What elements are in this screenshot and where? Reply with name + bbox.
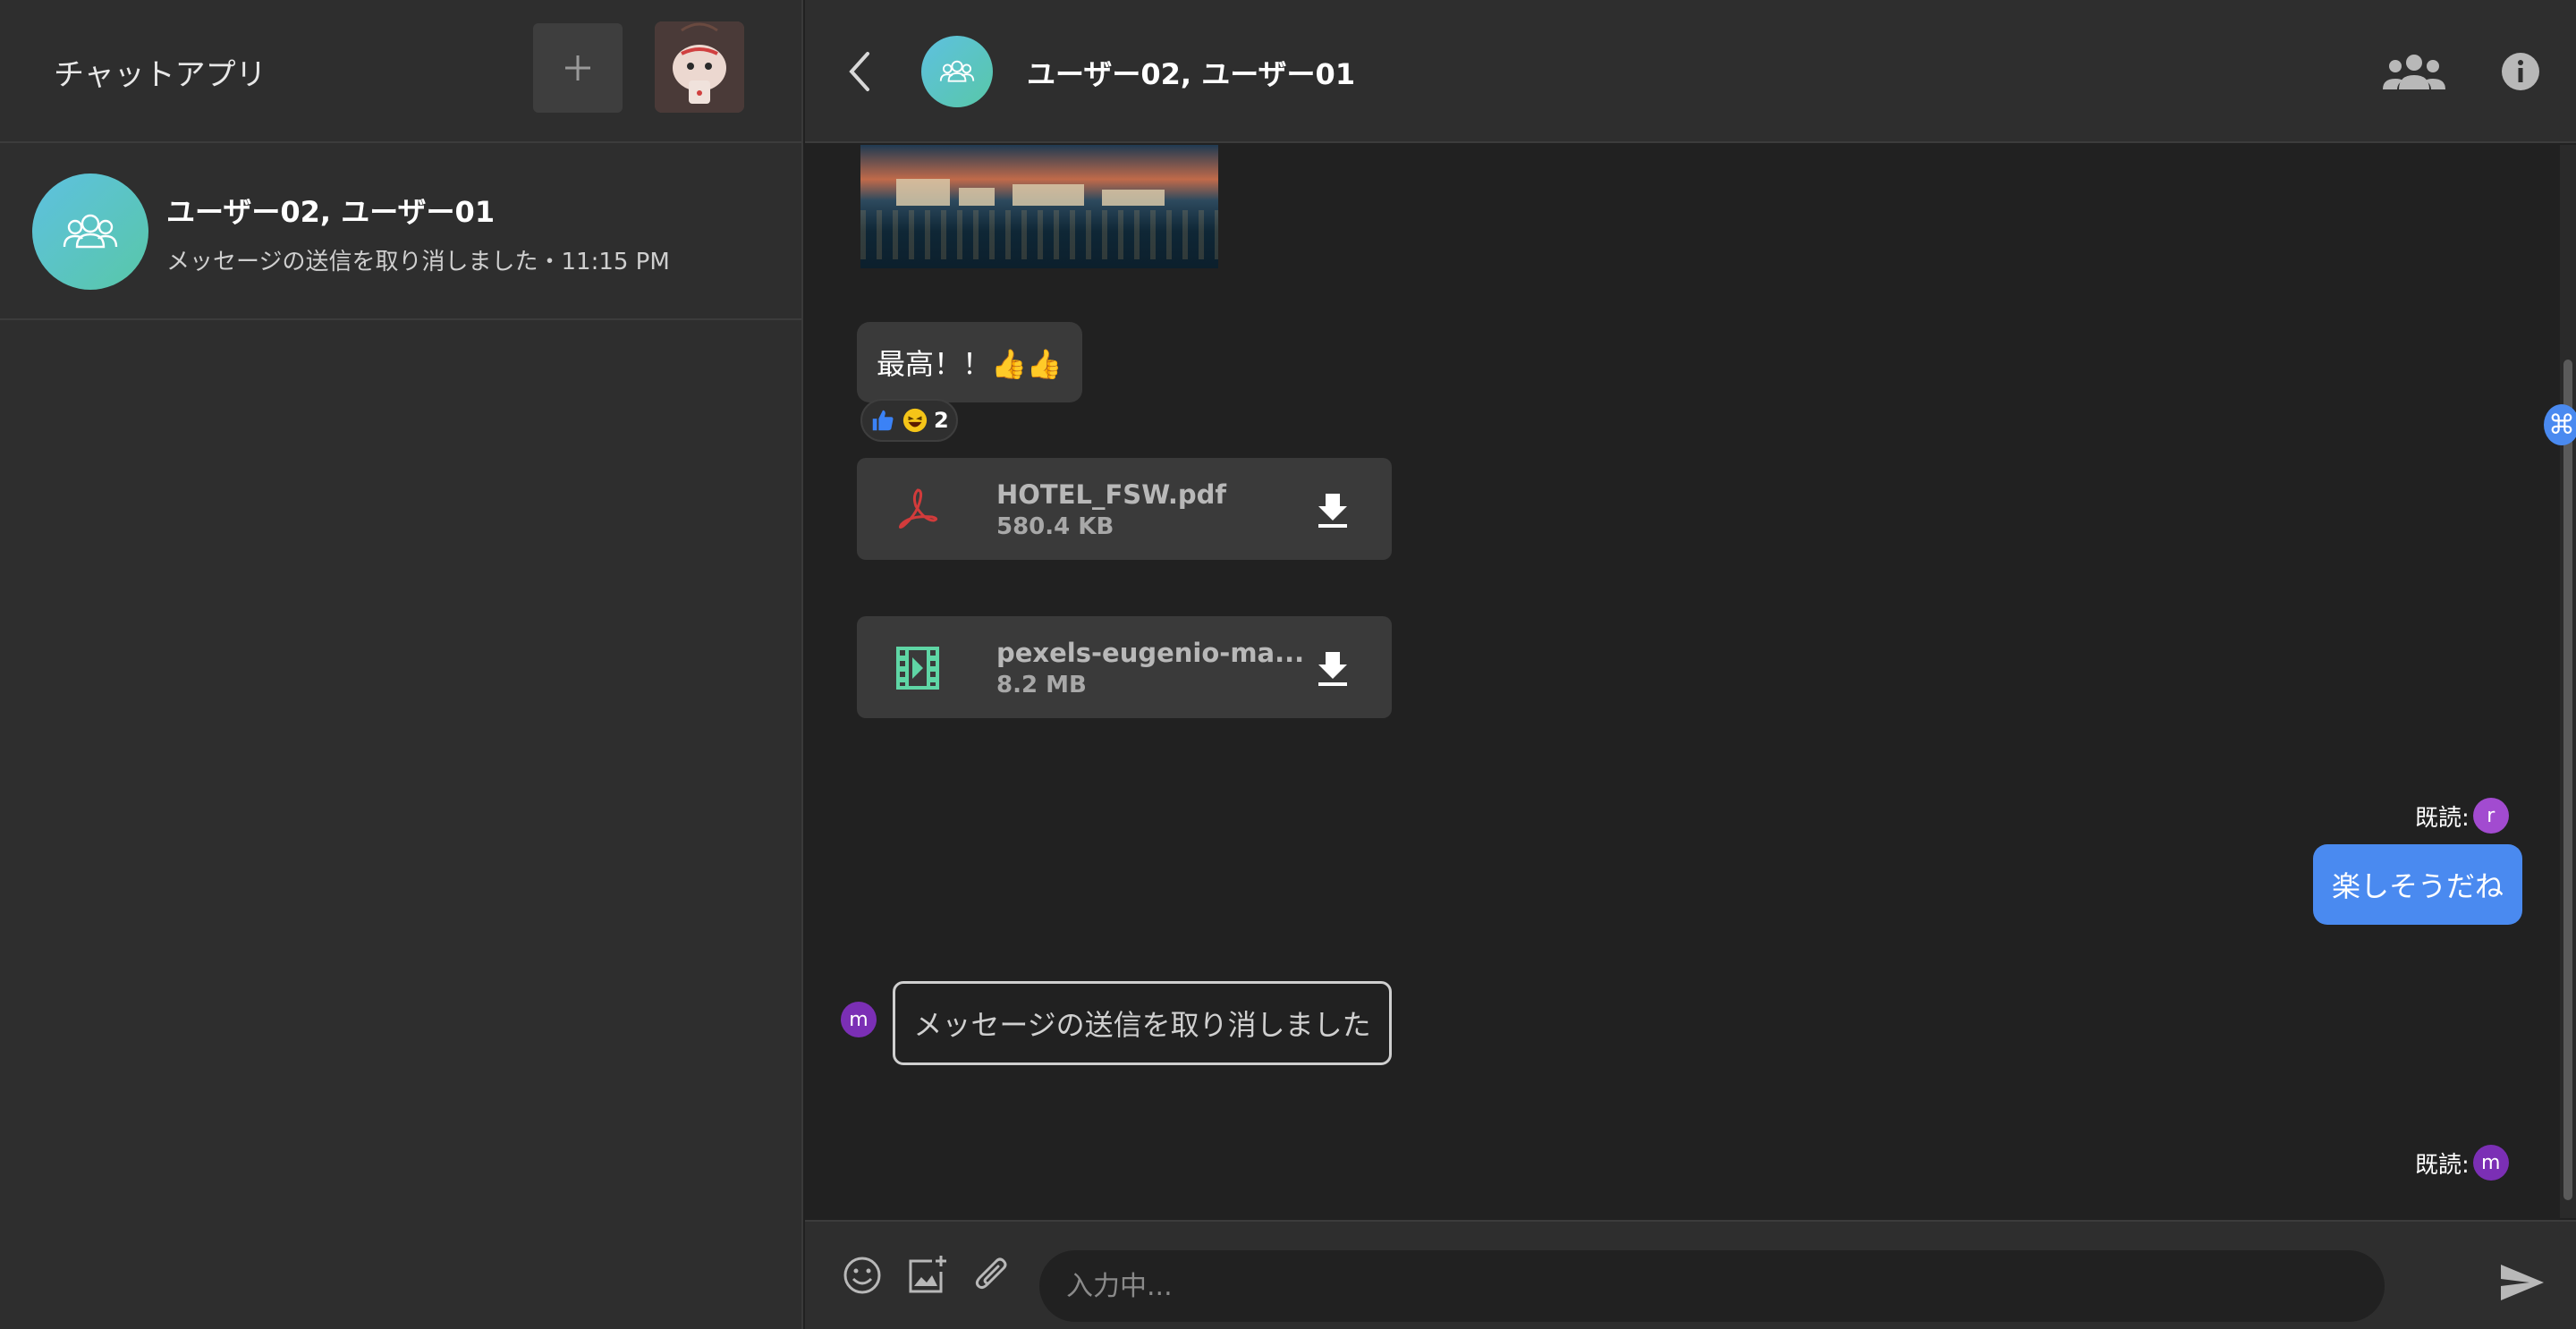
drag-handle-icon[interactable]: ⌘ <box>2544 404 2576 445</box>
file-size: 8.2 MB <box>996 672 1087 698</box>
message-composer <box>805 1220 2576 1329</box>
chat-header: ユーザー02, ユーザー01 <box>805 0 2576 143</box>
emoji-icon[interactable] <box>841 1254 884 1297</box>
read-receipt: 既読: m <box>2415 1145 2509 1181</box>
reader-avatar: r <box>2472 798 2509 834</box>
info-icon[interactable] <box>2501 52 2540 91</box>
plus-icon <box>565 55 590 80</box>
app-title: チャットアプリ <box>54 57 267 93</box>
unsent-message-bubble: メッセージの送信を取り消しました <box>893 981 1392 1065</box>
read-receipt: 既読: r <box>2415 798 2509 834</box>
message-bubble[interactable]: 最高！！👍👍 <box>857 322 1082 402</box>
reaction-count: 2 <box>934 408 949 433</box>
image-detail <box>1013 184 1084 206</box>
sender-avatar[interactable]: m <box>841 1002 877 1037</box>
image-detail <box>959 188 995 206</box>
image-detail <box>1102 190 1165 206</box>
message-scrollbar[interactable] <box>2560 145 2576 1218</box>
add-image-icon[interactable] <box>905 1254 948 1297</box>
new-chat-button[interactable] <box>533 23 623 113</box>
message-list[interactable]: 最高！！👍👍 2 HOTEL_FSW.pdf 580.4 KB pexels-e… <box>805 145 2560 1218</box>
thumbs-up-icon <box>872 410 894 431</box>
image-message[interactable] <box>860 145 1218 268</box>
attachment-icon[interactable] <box>971 1254 1014 1297</box>
send-icon[interactable] <box>2499 1263 2546 1302</box>
file-name: HOTEL_FSW.pdf <box>996 479 1226 510</box>
sidebar-header: チャットアプリ <box>0 0 801 143</box>
own-message-bubble[interactable]: 楽しそうだね <box>2313 844 2522 925</box>
reader-avatar: m <box>2472 1145 2509 1181</box>
profile-avatar[interactable] <box>655 21 744 113</box>
file-attachment[interactable]: HOTEL_FSW.pdf 580.4 KB <box>857 458 1392 560</box>
image-reflection <box>860 210 1218 259</box>
reaction-chip[interactable]: 2 <box>860 399 958 442</box>
profile-picture-icon <box>655 21 744 113</box>
scrollbar-thumb[interactable] <box>2563 360 2572 1200</box>
room-avatar <box>32 174 148 290</box>
file-attachment[interactable]: pexels-eugenio-ma... 8.2 MB <box>857 616 1392 718</box>
message-input[interactable] <box>1039 1250 2385 1322</box>
back-arrow-icon[interactable] <box>841 45 877 98</box>
download-icon[interactable] <box>1315 648 1351 688</box>
group-icon <box>939 60 975 82</box>
members-icon[interactable] <box>2383 50 2445 95</box>
file-size: 580.4 KB <box>996 513 1114 540</box>
pdf-icon <box>898 488 938 529</box>
chat-title: ユーザー02, ユーザー01 <box>1027 57 1356 91</box>
image-detail <box>896 179 950 206</box>
room-last-message: メッセージの送信を取り消しました・11:15 PM <box>166 249 670 275</box>
video-file-icon <box>896 647 939 690</box>
room-list-item[interactable]: ユーザー02, ユーザー01 メッセージの送信を取り消しました・11:15 PM <box>0 145 801 320</box>
read-label: 既読: <box>2415 1151 2470 1179</box>
file-name: pexels-eugenio-ma... <box>996 638 1305 668</box>
chat-room-avatar <box>921 36 993 107</box>
group-icon <box>63 214 118 249</box>
download-icon[interactable] <box>1315 490 1351 529</box>
laughing-face-icon <box>902 408 928 433</box>
read-label: 既読: <box>2415 804 2470 832</box>
room-name: ユーザー02, ユーザー01 <box>166 195 496 229</box>
sidebar: チャットアプリ ユーザー02, ユーザー01 メッセージの送信を取り消しました・… <box>0 0 803 1329</box>
